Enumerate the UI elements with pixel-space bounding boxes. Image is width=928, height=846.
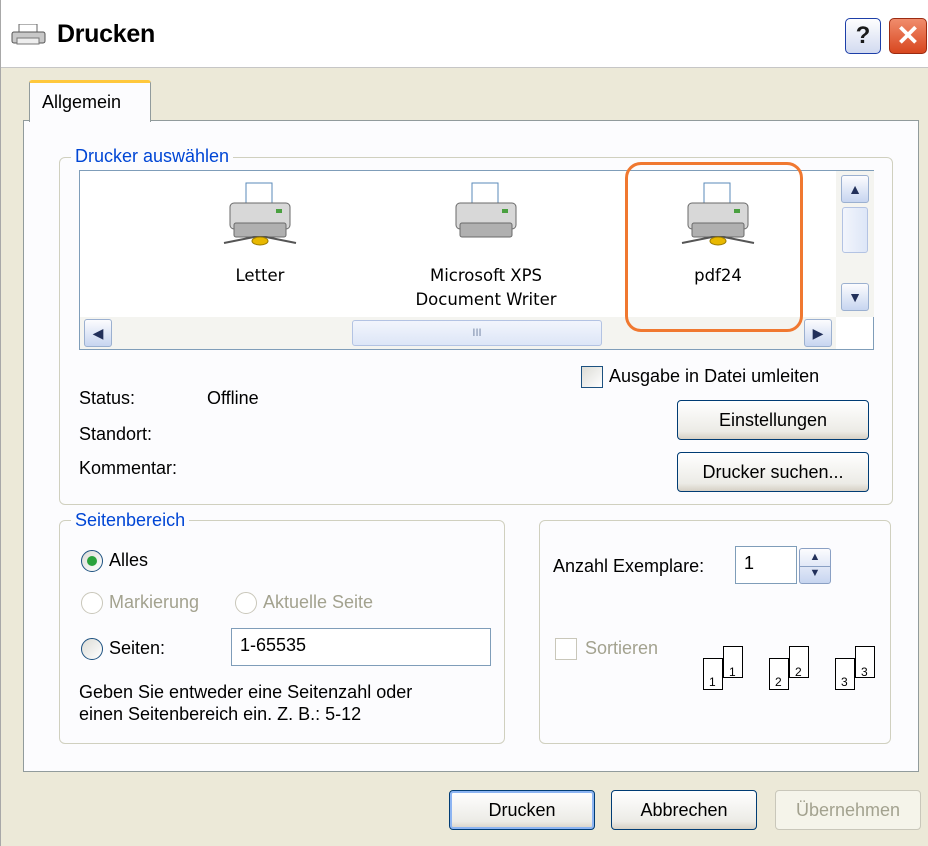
printer-name-line2: Document Writer bbox=[415, 290, 557, 309]
cancel-button[interactable]: Abbrechen bbox=[611, 790, 757, 830]
collate-page-front: 3 bbox=[835, 658, 855, 690]
pages-input[interactable]: 1-65535 bbox=[231, 628, 491, 666]
page-range-hint-line2: einen Seitenbereich ein. Z. B.: 5-12 bbox=[79, 704, 362, 724]
spin-down-icon[interactable]: ▼ bbox=[800, 567, 830, 579]
printer-icon bbox=[455, 182, 517, 238]
radio-selection bbox=[81, 592, 103, 614]
scroll-down-button[interactable]: ▼ bbox=[841, 283, 869, 311]
scroll-left-button[interactable]: ◀ bbox=[84, 319, 112, 347]
copies-label: Anzahl Exemplare: bbox=[553, 556, 705, 576]
collate-page-front: 2 bbox=[769, 658, 789, 690]
collate-page-back: 2 bbox=[789, 646, 809, 679]
location-label: Standort: bbox=[79, 424, 153, 444]
find-printer-button[interactable]: Drucker suchen... bbox=[677, 452, 869, 492]
print-to-file-label[interactable]: Ausgabe in Datei umleiten bbox=[609, 366, 819, 387]
radio-selection-label: Markierung bbox=[109, 592, 200, 612]
copies-group bbox=[539, 520, 891, 744]
print-to-file-checkbox[interactable] bbox=[581, 366, 603, 388]
scroll-up-button[interactable]: ▲ bbox=[841, 175, 869, 203]
radio-pages[interactable] bbox=[81, 638, 103, 660]
scroll-thumb-horizontal[interactable]: III bbox=[352, 320, 602, 346]
print-dialog: Drucken ? ✕ Allgemein Drucker auswählen … bbox=[0, 0, 928, 846]
close-button[interactable]: ✕ bbox=[889, 18, 927, 54]
window-title: Drucken bbox=[57, 20, 155, 48]
printer-name: Microsoft XPS bbox=[429, 266, 543, 285]
print-button[interactable]: Drucken bbox=[449, 790, 595, 830]
page-range-hint-line1: Geben Sie entweder eine Seitenzahl oder bbox=[79, 682, 413, 702]
printer-item-xps[interactable]: Microsoft XPS Document Writer bbox=[396, 181, 576, 312]
comment-label: Kommentar: bbox=[79, 458, 178, 478]
scroll-thumb-vertical[interactable] bbox=[842, 207, 868, 253]
collate-checkbox bbox=[555, 638, 577, 660]
collate-page-back: 3 bbox=[855, 646, 875, 679]
copies-input[interactable]: 1 bbox=[735, 546, 797, 584]
apply-button: Übernehmen bbox=[775, 790, 921, 830]
title-bar: Drucken ? ✕ bbox=[1, 0, 928, 68]
help-button[interactable]: ? bbox=[845, 18, 881, 54]
radio-all-label[interactable]: Alles bbox=[109, 550, 148, 571]
page-range-legend: Seitenbereich bbox=[71, 510, 190, 531]
radio-current-page-label: Aktuelle Seite bbox=[263, 592, 374, 612]
printer-item-letter[interactable]: Letter bbox=[200, 181, 320, 288]
scroll-right-button[interactable]: ▶ bbox=[804, 319, 832, 347]
radio-pages-label[interactable]: Seiten: bbox=[109, 638, 165, 659]
printer-icon bbox=[223, 182, 297, 246]
collate-page-back: 1 bbox=[723, 646, 743, 679]
printer-icon bbox=[11, 24, 46, 45]
collate-page-front: 1 bbox=[703, 658, 723, 690]
spin-up-icon[interactable]: ▲ bbox=[800, 551, 830, 563]
collate-label: Sortieren bbox=[585, 638, 659, 658]
settings-button[interactable]: Einstellungen bbox=[677, 400, 869, 440]
copies-spinner[interactable]: ▲ ▼ bbox=[799, 548, 831, 584]
vertical-scrollbar[interactable]: ▲ ▼ bbox=[836, 171, 874, 317]
radio-all[interactable] bbox=[81, 550, 103, 572]
printer-name: Letter bbox=[235, 266, 285, 285]
radio-current-page bbox=[235, 592, 257, 614]
printer-group-legend: Drucker auswählen bbox=[71, 146, 234, 167]
tab-allgemein[interactable]: Allgemein bbox=[29, 80, 151, 122]
highlight-outline bbox=[625, 162, 803, 332]
status-label: Status: bbox=[79, 388, 136, 408]
status-value: Offline bbox=[207, 388, 259, 408]
